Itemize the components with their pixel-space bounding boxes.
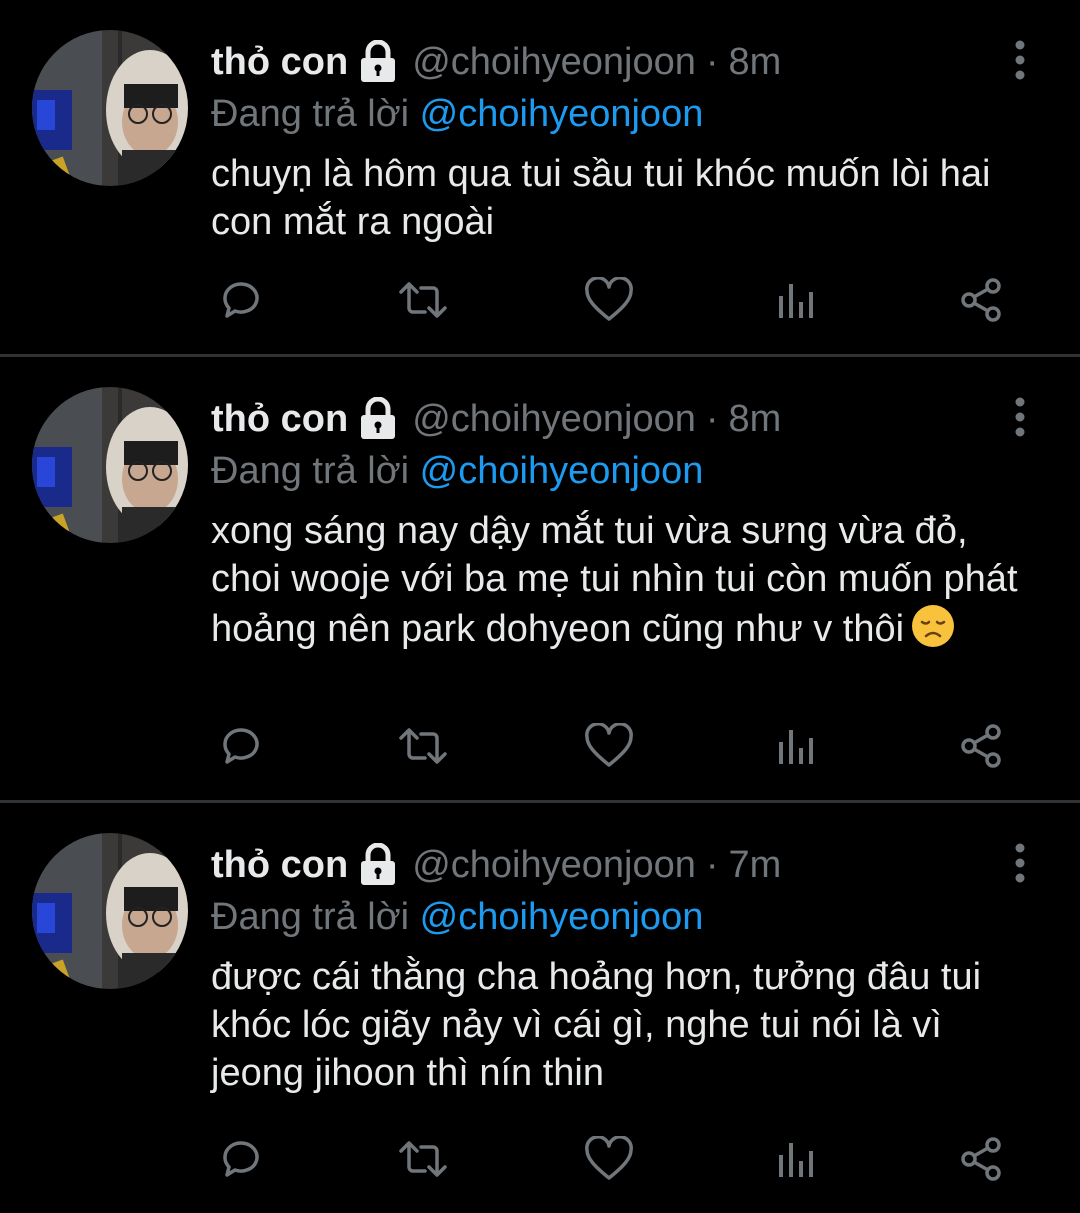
- like-button[interactable]: [579, 716, 639, 776]
- tweet-actions: [211, 1129, 1010, 1189]
- tweet-text-content: xong sáng nay dậy mắt tui vừa sưng vừa đ…: [211, 510, 1018, 650]
- user-handle[interactable]: @choihyeonjoon: [412, 41, 696, 84]
- tweet-body: thỏ con @choihyeonjoon · 8m Đang trả lời…: [211, 393, 1040, 653]
- like-button[interactable]: [579, 1129, 639, 1189]
- retweet-button[interactable]: [393, 270, 453, 330]
- tweet[interactable]: thỏ con @choihyeonjoon · 8m Đang trả lời…: [0, 0, 1080, 357]
- replying-to-label: Đang trả lời: [211, 896, 410, 938]
- views-button[interactable]: [767, 1129, 827, 1189]
- retweet-button[interactable]: [393, 1129, 453, 1189]
- tweet-text: được cái thằng cha hoảng hơn, tưởng đâu …: [211, 956, 982, 1094]
- lock-icon: [361, 397, 396, 439]
- separator-dot: ·: [705, 843, 719, 886]
- like-button[interactable]: [579, 270, 639, 330]
- more-vertical-icon[interactable]: [1012, 40, 1028, 80]
- views-button[interactable]: [767, 270, 827, 330]
- tweet[interactable]: thỏ con @choihyeonjoon · 8m Đang trả lời…: [0, 357, 1080, 803]
- reply-button[interactable]: [211, 716, 271, 776]
- share-icon: [961, 1137, 1001, 1181]
- share-button[interactable]: [951, 270, 1011, 330]
- lock-icon: [361, 40, 396, 82]
- separator-dot: ·: [705, 40, 719, 83]
- display-name[interactable]: thỏ con: [211, 398, 348, 441]
- display-name[interactable]: thỏ con: [211, 844, 348, 887]
- timeline: thỏ con @choihyeonjoon · 8m Đang trả lời…: [0, 0, 1080, 1213]
- replying-to: Đang trả lời @choihyeonjoon: [211, 445, 1040, 497]
- comment-icon: [223, 282, 259, 318]
- avatar[interactable]: [32, 387, 188, 543]
- timestamp[interactable]: 7m: [729, 844, 782, 887]
- analytics-icon: [779, 730, 813, 764]
- share-icon: [961, 278, 1001, 322]
- tweet-text: chuyṇ là hôm qua tui sầu tui khóc muốn l…: [211, 153, 991, 243]
- replying-to: Đang trả lời @choihyeonjoon: [211, 891, 1040, 943]
- analytics-icon: [779, 284, 813, 318]
- replying-to-label: Đang trả lời: [211, 450, 410, 492]
- lock-icon: [361, 843, 396, 885]
- tweet-actions: [211, 270, 1010, 330]
- heart-icon: [585, 1136, 633, 1180]
- tweet-body: thỏ con @choihyeonjoon · 7m Đang trả lời…: [211, 839, 1040, 1097]
- tweet-header: thỏ con @choihyeonjoon · 7m: [211, 839, 1040, 891]
- heart-icon: [585, 277, 633, 321]
- share-icon: [961, 724, 1001, 768]
- avatar[interactable]: [32, 833, 188, 989]
- user-handle[interactable]: @choihyeonjoon: [412, 398, 696, 441]
- heart-icon: [585, 723, 633, 767]
- share-button[interactable]: [951, 716, 1011, 776]
- share-button[interactable]: [951, 1129, 1011, 1189]
- tweet-actions: [211, 716, 1010, 776]
- timestamp[interactable]: 8m: [729, 398, 782, 441]
- avatar[interactable]: [32, 30, 188, 186]
- timestamp[interactable]: 8m: [729, 41, 782, 84]
- disappointed-face-icon: [912, 605, 955, 647]
- tweet-header: thỏ con @choihyeonjoon · 8m: [211, 36, 1040, 88]
- reply-mention[interactable]: @choihyeonjoon: [420, 896, 704, 938]
- retweet-icon: [399, 1141, 447, 1177]
- tweet-body: thỏ con @choihyeonjoon · 8m Đang trả lời…: [211, 36, 1040, 246]
- reply-button[interactable]: [211, 1129, 271, 1189]
- more-vertical-icon[interactable]: [1012, 397, 1028, 437]
- retweet-icon: [399, 728, 447, 764]
- reply-button[interactable]: [211, 270, 271, 330]
- views-button[interactable]: [767, 716, 827, 776]
- replying-to: Đang trả lời @choihyeonjoon: [211, 88, 1040, 140]
- tweet-text: xong sáng nay dậy mắt tui vừa sưng vừa đ…: [211, 507, 1040, 653]
- replying-to-label: Đang trả lời: [211, 93, 410, 135]
- comment-icon: [223, 728, 259, 764]
- retweet-button[interactable]: [393, 716, 453, 776]
- reply-mention[interactable]: @choihyeonjoon: [420, 450, 704, 492]
- more-vertical-icon[interactable]: [1012, 843, 1028, 883]
- display-name[interactable]: thỏ con: [211, 41, 348, 84]
- analytics-icon: [779, 1143, 813, 1177]
- user-handle[interactable]: @choihyeonjoon: [412, 844, 696, 887]
- retweet-icon: [399, 282, 447, 318]
- tweet[interactable]: thỏ con @choihyeonjoon · 7m Đang trả lời…: [0, 803, 1080, 1213]
- comment-icon: [223, 1141, 259, 1177]
- reply-mention[interactable]: @choihyeonjoon: [420, 93, 704, 135]
- tweet-header: thỏ con @choihyeonjoon · 8m: [211, 393, 1040, 445]
- separator-dot: ·: [705, 397, 719, 440]
